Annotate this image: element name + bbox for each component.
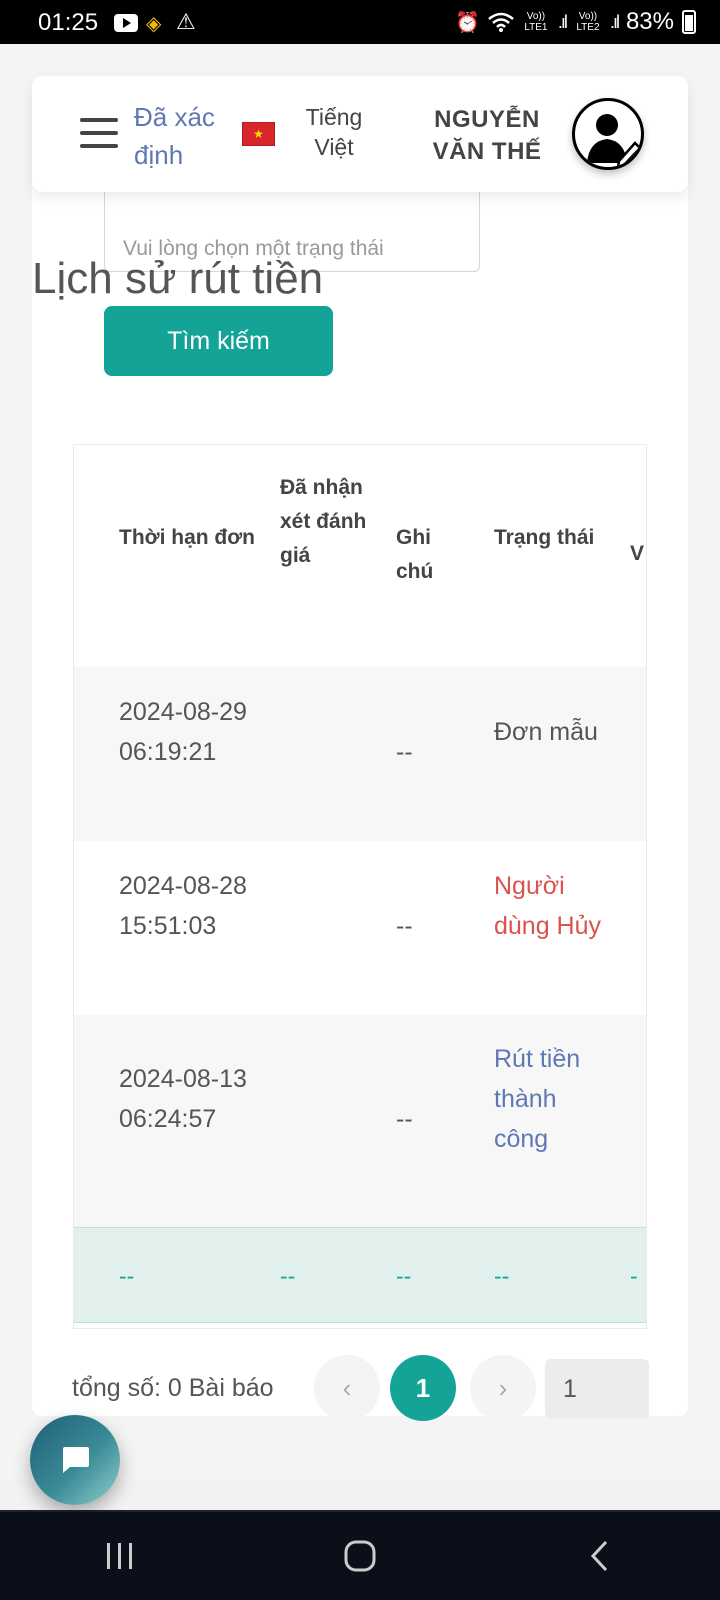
- binance-icon: ◈: [146, 11, 162, 35]
- warning-icon: ⚠: [176, 10, 196, 35]
- user-edit-icon: [587, 114, 641, 167]
- hamburger-menu-icon[interactable]: [80, 118, 118, 148]
- chat-button[interactable]: [30, 1415, 120, 1505]
- row-note: --: [396, 738, 413, 766]
- column-header-note: Ghi chú: [396, 526, 434, 583]
- recent-apps-icon: [107, 1543, 132, 1569]
- language-selector[interactable]: Tiếng Việt: [294, 102, 374, 162]
- summary-cell: --: [119, 1263, 135, 1289]
- page-jump-input[interactable]: 1: [545, 1359, 649, 1419]
- signal-icon: .ıl: [557, 11, 568, 32]
- sim2-label: Vo)) LTE2: [576, 11, 600, 33]
- wifi-icon: [488, 12, 514, 32]
- row-note: --: [396, 912, 413, 940]
- battery-icon: [682, 10, 696, 34]
- total-count: tổng số: 0 Bài báo: [72, 1374, 274, 1402]
- back-button[interactable]: [560, 1526, 640, 1586]
- table-header: Thời hạn đơn Đã nhận xét đánh giá Ghi ch…: [74, 445, 646, 667]
- vietnam-flag-icon[interactable]: ★: [242, 122, 275, 146]
- page: Vui lòng chọn một trạng thái Đã xác định…: [0, 44, 720, 1505]
- alarm-icon: ⏰: [455, 11, 480, 34]
- column-header-more: V: [630, 542, 645, 565]
- summary-cell: -: [630, 1263, 638, 1289]
- row-time: 2024-08-29 06:19:21: [119, 698, 247, 766]
- row-status: Rút tiền thành công: [494, 1045, 581, 1153]
- prev-page-button[interactable]: ‹: [314, 1355, 380, 1421]
- username[interactable]: NGUYỄN VĂN THẾ: [422, 104, 552, 168]
- home-button[interactable]: [320, 1526, 400, 1586]
- table-row: 2024-08-13 06:24:57 -- Rút tiền thành cô…: [74, 1015, 646, 1227]
- summary-cell: --: [280, 1263, 296, 1289]
- table-row: 2024-08-28 15:51:03 -- Người dùng Hủy: [74, 841, 646, 1015]
- recent-apps-button[interactable]: [80, 1526, 160, 1586]
- battery-percent: 83%: [625, 8, 674, 35]
- summary-cell: --: [494, 1263, 510, 1289]
- status-bar: 01:25 ◈ ⚠ ⏰ Vo)) LTE1 .ıl Vo)) LTE2 .ıl …: [0, 0, 720, 44]
- status-time: 01:25: [38, 9, 99, 36]
- sim1-label: Vo)) LTE1: [524, 11, 548, 33]
- verified-status[interactable]: Đã xác định: [134, 98, 234, 174]
- row-time: 2024-08-28 15:51:03: [119, 872, 247, 940]
- search-button[interactable]: Tìm kiếm: [104, 306, 333, 376]
- signal-icon: .ıl: [609, 11, 620, 32]
- column-header-order-time: Thời hạn đơn: [119, 526, 256, 549]
- summary-cell: --: [396, 1263, 412, 1289]
- table-row: 2024-08-29 06:19:21 -- Đơn mẫu: [74, 667, 646, 841]
- page-title: Lịch sử rút tiền: [32, 254, 324, 303]
- top-header: Đã xác định ★ Tiếng Việt NGUYỄN VĂN THẾ: [32, 76, 688, 192]
- chat-icon: [63, 1447, 89, 1473]
- back-icon: [590, 1540, 608, 1572]
- row-status: Người dùng Hủy: [494, 872, 602, 940]
- row-status: Đơn mẫu: [494, 718, 598, 746]
- system-navigation-bar: [0, 1510, 720, 1600]
- home-icon: [344, 1540, 376, 1572]
- row-note: --: [396, 1105, 413, 1133]
- column-header-status: Trạng thái: [494, 526, 595, 549]
- withdrawal-table: Thời hạn đơn Đã nhận xét đánh giá Ghi ch…: [73, 444, 647, 1329]
- next-page-button[interactable]: ›: [470, 1355, 536, 1421]
- table-summary-row: -- -- -- -- -: [74, 1227, 646, 1323]
- column-header-reviewed: Đã nhận xét đánh giá: [280, 476, 367, 567]
- page-1-button[interactable]: 1: [390, 1355, 456, 1421]
- row-time: 2024-08-13 06:24:57: [119, 1065, 247, 1133]
- youtube-icon: [114, 14, 138, 32]
- avatar[interactable]: [572, 98, 644, 170]
